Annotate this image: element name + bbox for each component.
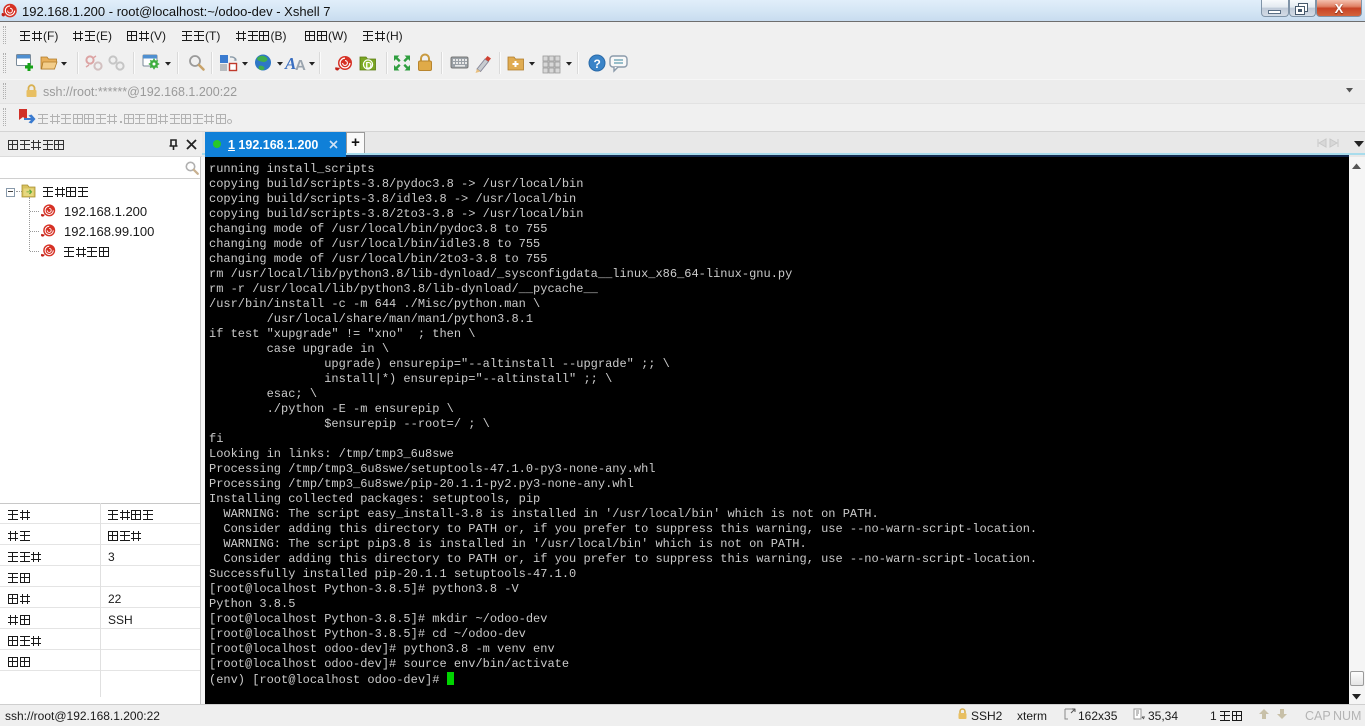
- svg-text:D: D: [366, 61, 373, 71]
- svg-text:?: ?: [594, 57, 601, 71]
- svg-text:A: A: [295, 57, 306, 74]
